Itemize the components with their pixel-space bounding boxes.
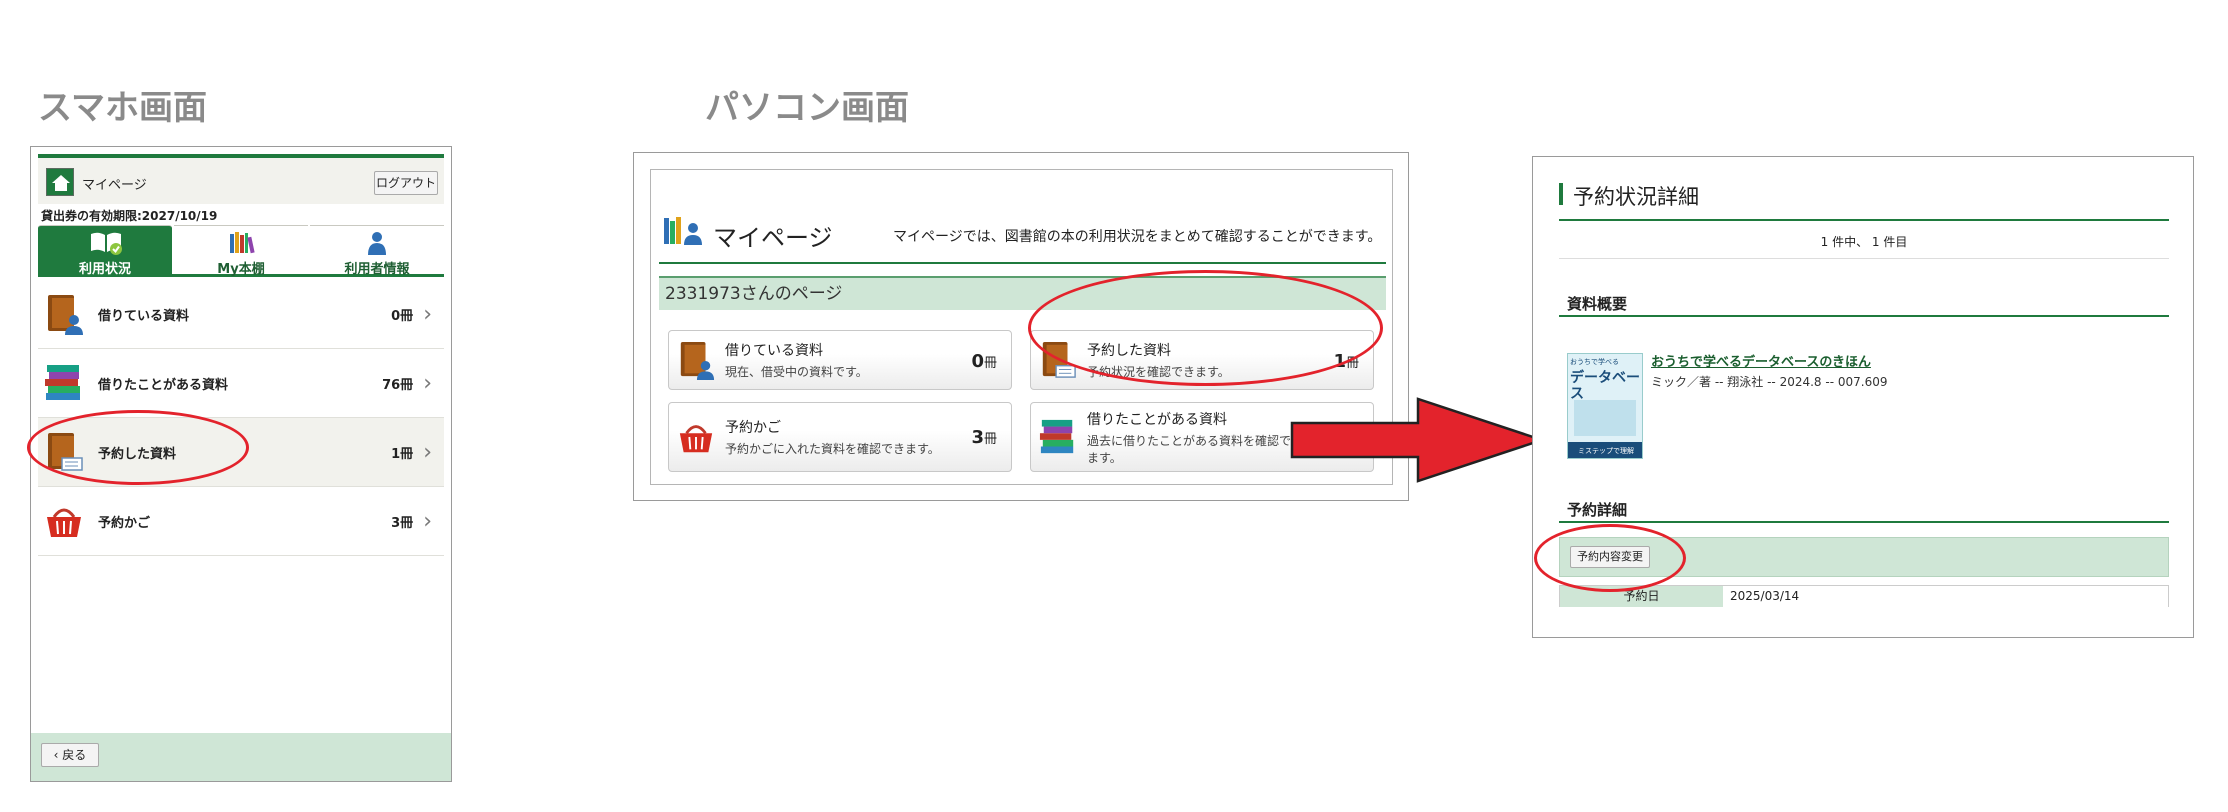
book-cover: おうちで学べる データベース ミステップで理解 (1567, 353, 1643, 459)
chevron-right-icon: › (423, 439, 432, 465)
title-underline (659, 262, 1386, 264)
section-underline (1559, 521, 2169, 523)
chevron-right-icon: › (423, 301, 432, 327)
card-basket[interactable]: 予約かご 予約かごに入れた資料を確認できます。 3冊 (668, 402, 1012, 472)
detail-table-row: 予約日 2025/03/14 (1559, 585, 2169, 607)
book-user-icon (48, 295, 83, 335)
sp-header: マイページ ログアウト (38, 154, 444, 204)
arrow-right-icon (1290, 397, 1546, 483)
list-item-count: 3冊 (391, 515, 414, 531)
cover-title: データベース (1570, 370, 1640, 402)
card-expiry: 貸出券の有効期限:2027/10/19 (41, 209, 218, 223)
smartphone-heading: スマホ画面 (38, 88, 207, 128)
result-count: 1 件中、 1 件目 (1820, 235, 1908, 249)
book-meta: ミック／著 -- 翔泳社 -- 2024.8 -- 007.609 (1651, 375, 1888, 389)
tab-my-shelf[interactable]: My本棚 (174, 225, 308, 277)
book-check-icon (91, 232, 122, 255)
section-underline (1559, 315, 2169, 317)
chevron-left-icon: ‹ (53, 748, 63, 762)
books-stack-icon (45, 365, 80, 400)
card-count: 3冊 (971, 427, 997, 448)
tab-user-info[interactable]: 利用者情報 (310, 225, 444, 277)
tab-usage[interactable]: 利用状況 (38, 225, 172, 277)
overview-heading: 資料概要 (1567, 295, 1628, 313)
sp-tabs: 利用状況 My本棚 利用者情報 (38, 225, 444, 277)
pc-heading: パソコン画面 (705, 88, 909, 128)
chevron-right-icon: › (423, 370, 432, 396)
chevron-right-icon: › (423, 508, 432, 534)
list-item-history[interactable]: 借りたことがある資料 76冊 › (38, 349, 444, 418)
mypage-icon (664, 217, 702, 245)
back-label: 戻る (62, 748, 87, 762)
card-borrowing[interactable]: 借りている資料 現在、借受中の資料です。 0冊 (668, 330, 1012, 390)
book-title-link[interactable]: おうちで学べるデータベースのきほん (1651, 351, 1871, 370)
detail-title: 予約状況詳細 (1573, 185, 1699, 209)
sp-footer: ‹ 戻る (31, 733, 451, 781)
list-item-count: 76冊 (382, 377, 414, 393)
pc-description: マイページでは、図書館の本の利用状況をまとめて確認することができます。 (893, 229, 1382, 245)
card-title: 借りたことがある資料 (1087, 411, 1227, 428)
pc-title: マイページ (713, 224, 833, 252)
logout-button[interactable]: ログアウト (374, 171, 438, 195)
highlight-ellipse (1534, 524, 1686, 592)
user-icon (368, 232, 386, 255)
back-button[interactable]: ‹ 戻る (41, 743, 99, 767)
list-item-label: 予約かご (98, 515, 151, 531)
tab-usage-label: 利用状況 (78, 262, 131, 277)
card-count: 0冊 (971, 351, 997, 372)
list-item-label: 借りている資料 (98, 308, 190, 324)
cover-bottom-text: ミステップで理解 (1568, 442, 1642, 458)
title-underline (1559, 219, 2169, 221)
list-item-count: 1冊 (391, 446, 414, 462)
title-marker (1559, 183, 1563, 205)
highlight-ellipse (27, 410, 249, 485)
home-icon[interactable] (46, 168, 74, 196)
list-item-basket[interactable]: 予約かご 3冊 › (38, 487, 444, 556)
cover-top-text: おうちで学べる (1570, 358, 1619, 366)
divider (1559, 258, 2169, 259)
tab-user-info-label: 利用者情報 (344, 262, 410, 277)
bookshelf-icon (230, 232, 255, 254)
card-title: 借りている資料 (725, 343, 823, 359)
sp-title: マイページ (82, 178, 147, 193)
card-desc: 予約かごに入れた資料を確認できます。 (725, 442, 940, 456)
list-item-borrowing[interactable]: 借りている資料 0冊 › (38, 280, 444, 349)
cover-illustration (1574, 400, 1636, 436)
tab-my-shelf-label: My本棚 (217, 262, 265, 277)
date-value: 2025/03/14 (1730, 589, 1800, 603)
card-title: 予約かご (725, 420, 781, 436)
reservation-heading: 予約詳細 (1567, 501, 1628, 519)
list-item-label: 借りたことがある資料 (98, 377, 229, 393)
books-stack-icon (1039, 419, 1074, 454)
basket-icon (679, 425, 713, 453)
book-user-icon (680, 341, 715, 380)
card-desc: 過去に借りたことがある資料を確認できます。 (1087, 433, 1304, 465)
basket-icon (47, 508, 81, 537)
list-item-count: 0冊 (391, 308, 414, 324)
card-desc: 現在、借受中の資料です。 (725, 365, 868, 379)
highlight-ellipse (1028, 270, 1383, 386)
